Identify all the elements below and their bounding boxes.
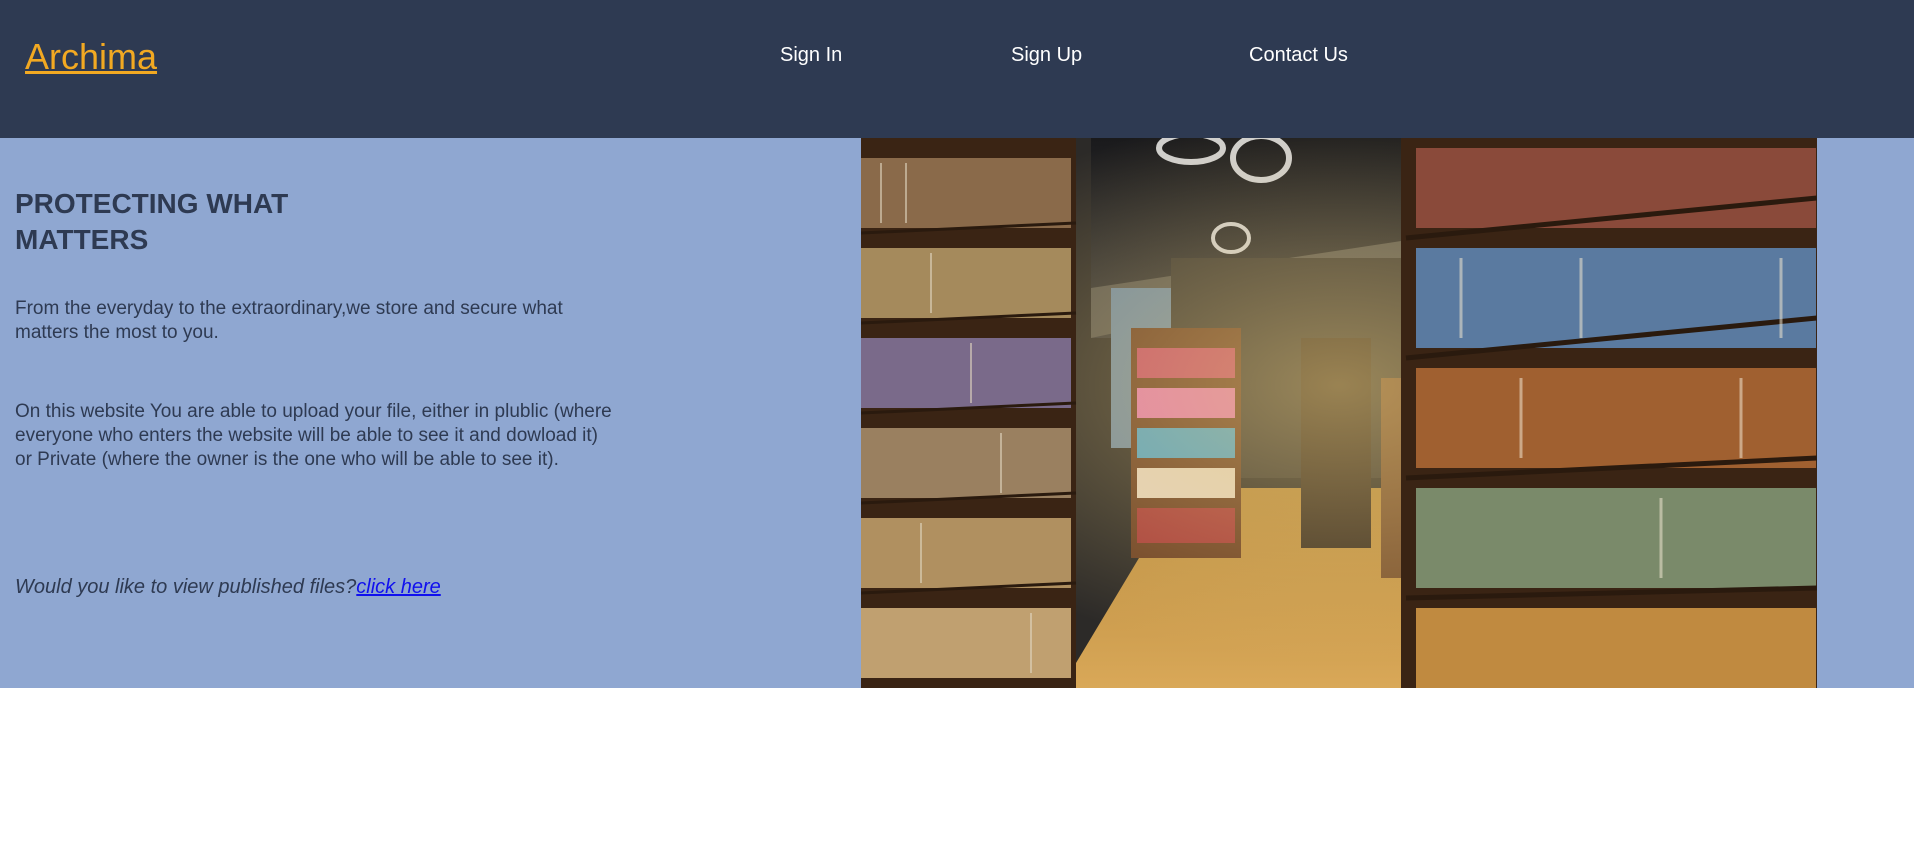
hero-title: PROTECTING WHAT MATTERS [15,188,289,255]
nav-contact-link[interactable]: Contact Us [1249,44,1348,67]
brand-logo-link[interactable]: Archima [25,36,157,78]
hero-description-paragraph: On this website You are able to upload y… [15,401,612,470]
top-navbar: Archima Sign In Sign Up Contact Us [0,0,1914,138]
published-files-question: Would you like to view published files? [15,576,357,598]
nav-sign-up-link[interactable]: Sign Up [1011,44,1082,67]
hero-intro-paragraph: From the everyday to the extraordinary,w… [15,298,563,343]
published-files-prompt: Would you like to view published files?c… [15,576,441,599]
nav-sign-in-link[interactable]: Sign In [780,44,842,67]
library-bookshelves-illustration [861,138,1817,688]
library-bookshelves-photo [861,138,1817,688]
click-here-link[interactable]: click here [356,576,440,598]
